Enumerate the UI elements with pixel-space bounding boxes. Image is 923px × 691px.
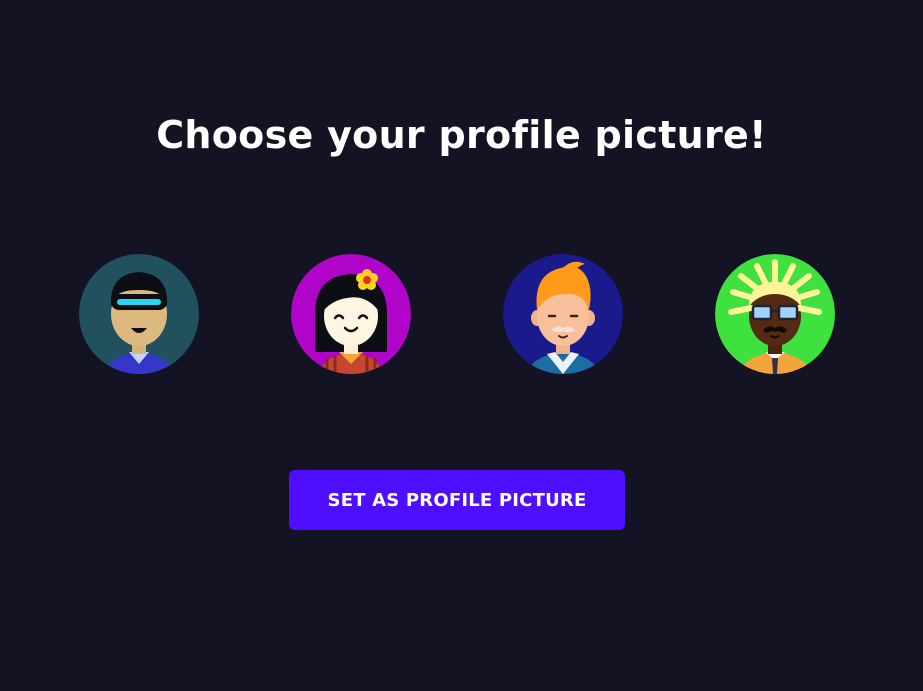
avatar-option-4[interactable] (715, 254, 835, 374)
robot-visor-avatar-icon (79, 254, 199, 374)
old-man-mustache-avatar-icon (503, 254, 623, 374)
avatar-picker-page: Choose your profile picture! SET AS PROF… (0, 0, 923, 691)
page-title: Choose your profile picture! (156, 113, 767, 157)
avatar-option-3[interactable] (503, 254, 623, 374)
avatar-option-2[interactable] (291, 254, 411, 374)
dreadlocks-glasses-avatar-icon (715, 254, 835, 374)
avatar-option-1[interactable] (79, 254, 199, 374)
set-profile-picture-button[interactable]: SET AS PROFILE PICTURE (289, 470, 625, 530)
girl-flower-avatar-icon (291, 254, 411, 374)
